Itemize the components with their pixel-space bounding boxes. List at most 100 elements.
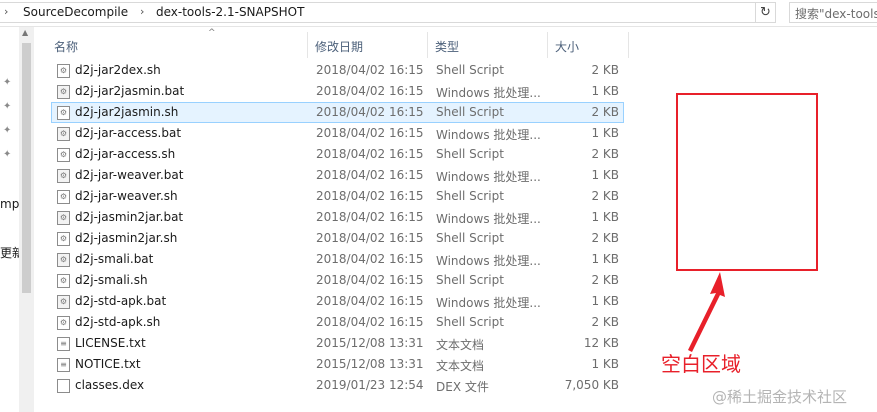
file-name: d2j-std-apk.sh — [75, 315, 161, 329]
file-size: 2 KB — [591, 315, 619, 329]
sh-file-icon: ⚙ — [57, 148, 70, 162]
file-date: 2018/04/02 16:15 — [316, 126, 424, 140]
file-row[interactable]: ⚙ d2j-jar-weaver.bat 2018/04/02 16:15 Windo… — [51, 165, 624, 186]
file-row[interactable]: ⚙ d2j-jar2jasmin.sh 2018/04/02 16:15 Shell … — [51, 102, 624, 123]
file-row[interactable]: ⚙ d2j-std-apk.sh 2018/04/02 16:15 Shell Scr… — [51, 312, 624, 333]
sh-file-icon: ⚙ — [57, 106, 70, 120]
file-row[interactable]: ⚙ d2j-jar2dex.sh 2018/04/02 16:15 Shell Scr… — [51, 60, 624, 81]
file-type: Windows 批处理... — [436, 254, 541, 268]
column-size[interactable]: 大小 — [555, 38, 579, 55]
file-name: d2j-jar-access.sh — [75, 147, 176, 161]
file-name: d2j-jar2dex.sh — [75, 63, 161, 77]
column-date[interactable]: 修改日期 — [315, 38, 363, 55]
nav-item-fragment[interactable]: mp — [0, 197, 19, 211]
file-row[interactable]: ⚙ d2j-smali.bat 2018/04/02 16:15 Windows 批处… — [51, 249, 624, 270]
column-header: ^ 名称 修改日期 类型 大小 — [34, 28, 632, 58]
file-type: 文本文档 — [436, 338, 485, 352]
column-type[interactable]: 类型 — [435, 38, 459, 55]
file-name: d2j-jar2jasmin.bat — [75, 84, 185, 98]
file-name: d2j-jar-access.bat — [75, 126, 182, 140]
file-row[interactable]: ⚙ d2j-jar-access.bat 2018/04/02 16:15 Windo… — [51, 123, 624, 144]
file-name: d2j-jasmin2jar.bat — [75, 210, 184, 224]
file-type: Windows 批处理... — [436, 128, 541, 142]
file-name: d2j-jar-weaver.bat — [75, 168, 184, 182]
nav-scrollbar[interactable]: ▲ — [19, 27, 34, 412]
column-divider[interactable] — [307, 32, 308, 58]
file-type: Shell Script — [436, 189, 504, 203]
bat-file-icon: ⚙ — [57, 211, 70, 225]
file-size: 1 KB — [591, 252, 619, 266]
file-date: 2018/04/02 16:15 — [316, 168, 424, 182]
scroll-up-icon[interactable]: ▲ — [22, 28, 28, 37]
file-type: Shell Script — [436, 105, 504, 119]
file-row[interactable]: ⚙ d2j-std-apk.bat 2018/04/02 16:15 Windows … — [51, 291, 624, 312]
column-divider[interactable] — [628, 32, 629, 58]
file-size: 2 KB — [591, 273, 619, 287]
file-size: 1 KB — [591, 168, 619, 182]
file-size: 1 KB — [591, 357, 619, 371]
file-size: 1 KB — [591, 84, 619, 98]
file-date: 2018/04/02 16:15 — [316, 252, 424, 266]
file-size: 12 KB — [583, 336, 619, 350]
file-type: Windows 批处理... — [436, 170, 541, 184]
column-divider[interactable] — [427, 32, 428, 58]
file-row[interactable]: ⚙ d2j-jar2jasmin.bat 2018/04/02 16:15 Windo… — [51, 81, 624, 102]
refresh-button[interactable]: ↻ — [755, 2, 776, 23]
file-date: 2018/04/02 16:15 — [316, 147, 424, 161]
annotation-arrow-icon — [688, 272, 725, 352]
file-row[interactable]: ≡ LICENSE.txt 2015/12/08 13:31 文本文档 12 KB — [51, 333, 624, 354]
chevron-right-icon[interactable]: › — [4, 5, 8, 18]
column-name[interactable]: 名称 — [54, 38, 78, 55]
bat-file-icon: ⚙ — [57, 295, 70, 309]
file-row[interactable]: ⚙ d2j-jasmin2jar.sh 2018/04/02 16:15 Shell … — [51, 228, 624, 249]
sh-file-icon: ⚙ — [57, 190, 70, 204]
file-type: 文本文档 — [436, 359, 485, 373]
file-date: 2018/04/02 16:15 — [316, 84, 424, 98]
scrollbar-thumb[interactable] — [22, 43, 31, 293]
file-type: Shell Script — [436, 231, 504, 245]
file-name: classes.dex — [75, 378, 145, 392]
bat-file-icon: ⚙ — [57, 85, 70, 99]
refresh-icon: ↻ — [760, 5, 771, 20]
column-divider[interactable] — [547, 32, 548, 58]
file-row[interactable]: ⚙ d2j-jar-weaver.sh 2018/04/02 16:15 Shell … — [51, 186, 624, 207]
file-icon — [57, 379, 70, 393]
annotation-box — [676, 93, 818, 271]
pin-icon[interactable]: ✦ — [3, 149, 11, 160]
pin-icon[interactable]: ✦ — [3, 125, 11, 136]
file-date: 2018/04/02 16:15 — [316, 210, 424, 224]
watermark: @稀土掘金技术社区 — [712, 388, 848, 406]
file-name: d2j-smali.bat — [75, 252, 154, 266]
sh-file-icon: ⚙ — [57, 316, 70, 330]
file-name: NOTICE.txt — [75, 357, 141, 371]
file-date: 2018/04/02 16:15 — [316, 231, 424, 245]
file-size: 2 KB — [591, 189, 619, 203]
breadcrumb-dex-tools[interactable]: dex-tools-2.1-SNAPSHOT — [156, 5, 304, 19]
file-row[interactable]: ⚙ d2j-jar-access.sh 2018/04/02 16:15 Shell … — [51, 144, 624, 165]
file-name: d2j-jar-weaver.sh — [75, 189, 178, 203]
sort-ascending-icon: ^ — [208, 28, 216, 38]
pin-icon[interactable]: ✦ — [3, 77, 11, 88]
file-name: d2j-std-apk.bat — [75, 294, 167, 308]
file-date: 2018/04/02 16:15 — [316, 315, 424, 329]
file-type: Windows 批处理... — [436, 296, 541, 310]
file-size: 1 KB — [591, 294, 619, 308]
file-name: d2j-smali.sh — [75, 273, 148, 287]
file-date: 2019/01/23 12:54 — [316, 378, 424, 392]
file-type: Windows 批处理... — [436, 86, 541, 100]
sh-file-icon: ⚙ — [57, 274, 70, 288]
pin-icon[interactable]: ✦ — [3, 101, 11, 112]
file-row[interactable]: ≡ NOTICE.txt 2015/12/08 13:31 文本文档 1 KB — [51, 354, 624, 375]
sh-file-icon: ⚙ — [57, 64, 70, 78]
text-file-icon: ≡ — [57, 358, 70, 372]
breadcrumb-sourcedecompile[interactable]: SourceDecompile — [23, 5, 128, 19]
file-type: Windows 批处理... — [436, 212, 541, 226]
address-bar[interactable]: › SourceDecompile › dex-tools-2.1-SNAPSH… — [0, 2, 776, 23]
file-date: 2018/04/02 16:15 — [316, 105, 424, 119]
search-input[interactable]: 搜索"dex-tools-2.1-SNAPSHOT" — [789, 2, 877, 23]
chevron-right-icon[interactable]: › — [140, 5, 144, 18]
file-row[interactable]: classes.dex 2019/01/23 12:54 DEX 文件 7,050 K… — [51, 375, 624, 396]
file-type: Shell Script — [436, 147, 504, 161]
file-row[interactable]: ⚙ d2j-smali.sh 2018/04/02 16:15 Shell Scrip… — [51, 270, 624, 291]
file-row[interactable]: ⚙ d2j-jasmin2jar.bat 2018/04/02 16:15 Windo… — [51, 207, 624, 228]
